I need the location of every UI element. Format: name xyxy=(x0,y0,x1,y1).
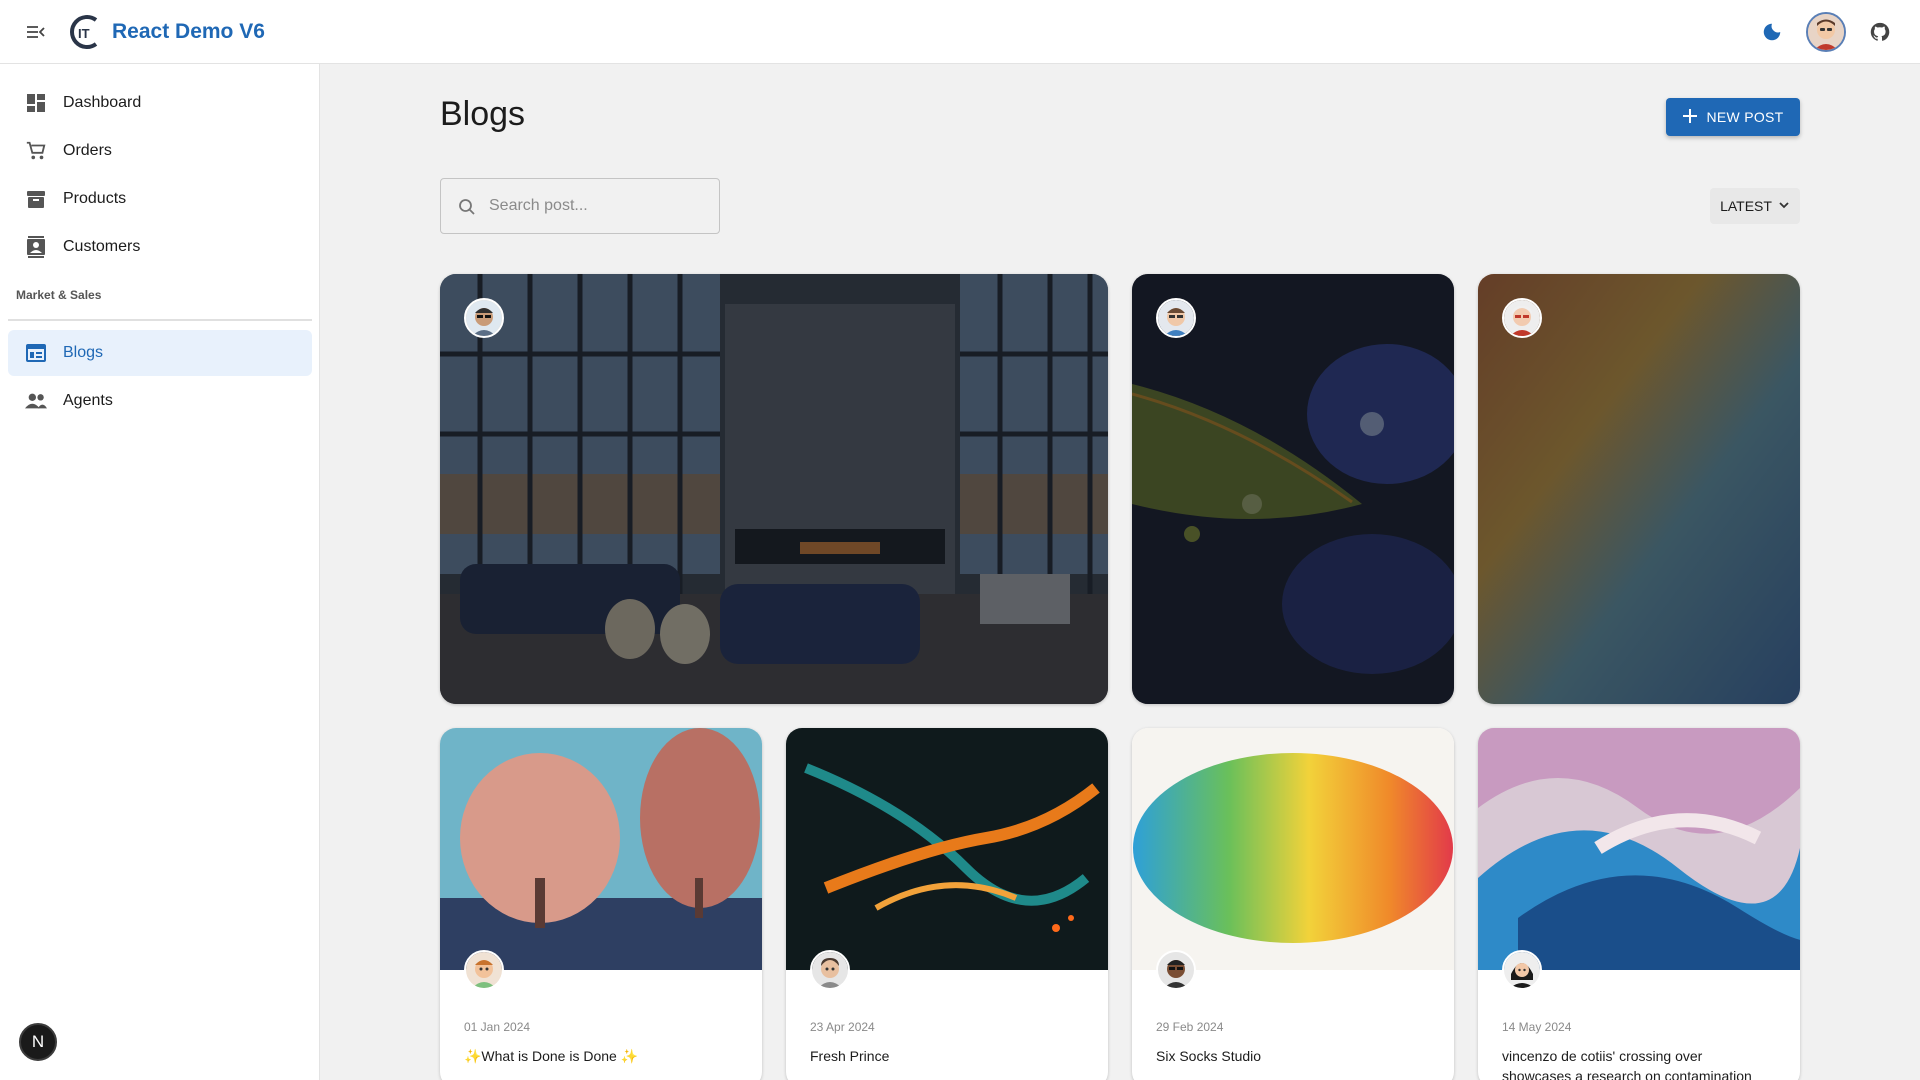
moon-icon[interactable] xyxy=(1752,12,1792,52)
search-field[interactable] xyxy=(440,178,720,234)
sidebar-item-dashboard[interactable]: Dashboard xyxy=(8,80,312,126)
archive-icon xyxy=(24,187,48,211)
search-icon xyxy=(457,197,477,217)
blog-icon xyxy=(24,341,48,365)
featured-post-card[interactable] xyxy=(440,274,1108,704)
sort-select[interactable]: LATEST xyxy=(1710,188,1800,224)
post-date: 01 Jan 2024 xyxy=(464,1020,531,1034)
sidebar-item-label: Products xyxy=(63,190,127,207)
header-actions xyxy=(1752,12,1900,52)
post-date: 29 Feb 2024 xyxy=(1156,1020,1224,1034)
chevron-down-icon xyxy=(1778,198,1790,214)
post-card[interactable]: 01 Jan 2024 ✨What is Done is Done ✨ xyxy=(440,728,762,1080)
sidebar-item-agents[interactable]: Agents xyxy=(8,378,312,424)
contacts-icon xyxy=(24,235,48,259)
app-logo[interactable]: IT xyxy=(66,12,106,52)
post-cover-image xyxy=(786,728,1108,970)
sort-label: LATEST xyxy=(1720,198,1772,214)
sidebar-item-label: Dashboard xyxy=(63,94,142,111)
cart-icon xyxy=(24,139,48,163)
post-title[interactable]: vincenzo de cotiis' crossing over showca… xyxy=(1502,1046,1762,1080)
post-card[interactable]: 14 May 2024 vincenzo de cotiis' crossing… xyxy=(1478,728,1800,1080)
post-card[interactable]: 23 Apr 2024 Fresh Prince xyxy=(786,728,1108,1080)
post-cover-image xyxy=(1132,728,1454,970)
dev-tools-badge[interactable]: N xyxy=(19,1023,57,1061)
post-title[interactable]: Six Socks Studio xyxy=(1156,1046,1416,1066)
sidebar-item-label: Blogs xyxy=(63,344,104,361)
post-date: 14 May 2024 xyxy=(1502,1020,1572,1034)
dashboard-icon xyxy=(24,91,48,115)
github-icon[interactable] xyxy=(1860,12,1900,52)
author-avatar[interactable] xyxy=(464,298,504,338)
featured-post-card[interactable] xyxy=(1478,274,1800,704)
user-avatar[interactable] xyxy=(1806,12,1846,52)
sidebar-item-label: Orders xyxy=(63,142,112,159)
search-input[interactable] xyxy=(489,179,709,233)
author-avatar[interactable] xyxy=(464,950,504,990)
author-avatar[interactable] xyxy=(1502,298,1542,338)
plus-icon xyxy=(1682,108,1698,127)
sidebar-section-title: Market & Sales xyxy=(16,288,102,302)
top-app-bar: IT React Demo V6 xyxy=(0,0,1920,64)
post-cover-image xyxy=(440,728,762,970)
sidebar-item-orders[interactable]: Orders xyxy=(8,128,312,174)
new-post-label: NEW POST xyxy=(1706,109,1784,125)
cover-overlay xyxy=(440,274,1108,704)
author-avatar[interactable] xyxy=(1156,298,1196,338)
svg-text:IT: IT xyxy=(78,26,90,41)
new-post-button[interactable]: NEW POST xyxy=(1666,98,1800,136)
post-title[interactable]: ✨What is Done is Done ✨ xyxy=(464,1046,724,1066)
sidebar-item-label: Customers xyxy=(63,238,141,255)
featured-post-card[interactable] xyxy=(1132,274,1454,704)
sidebar-item-label: Agents xyxy=(63,392,113,409)
post-date: 23 Apr 2024 xyxy=(810,1020,875,1034)
menu-fold-icon[interactable] xyxy=(24,21,48,43)
author-avatar[interactable] xyxy=(1156,950,1196,990)
app-title[interactable]: React Demo V6 xyxy=(112,20,265,44)
sidebar-item-blogs[interactable]: Blogs xyxy=(8,330,312,376)
cover-overlay xyxy=(1478,274,1800,704)
sidebar-item-products[interactable]: Products xyxy=(8,176,312,222)
post-card[interactable]: 29 Feb 2024 Six Socks Studio xyxy=(1132,728,1454,1080)
sidebar-divider xyxy=(8,319,312,321)
sidebar: Dashboard Orders Products Customers Mark… xyxy=(0,64,320,1080)
post-title[interactable]: Fresh Prince xyxy=(810,1046,1070,1066)
author-avatar[interactable] xyxy=(810,950,850,990)
post-cover-image xyxy=(1478,728,1800,970)
author-avatar[interactable] xyxy=(1502,950,1542,990)
sidebar-item-customers[interactable]: Customers xyxy=(8,224,312,270)
cover-overlay xyxy=(1132,274,1454,704)
page-title: Blogs xyxy=(440,95,526,133)
people-icon xyxy=(24,389,48,413)
